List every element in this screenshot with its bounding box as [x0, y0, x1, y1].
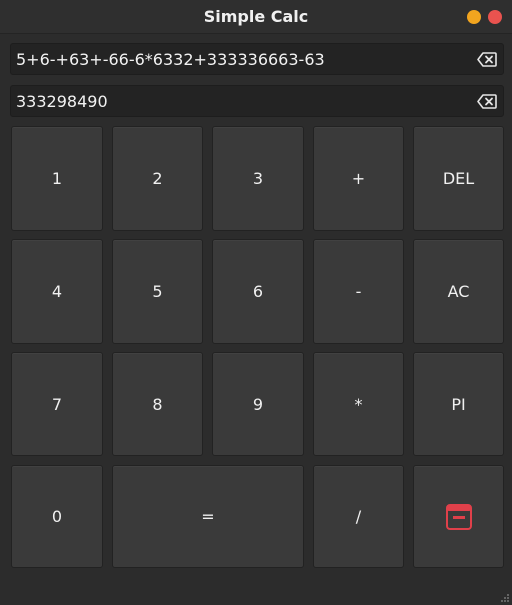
- minimize-button[interactable]: [467, 10, 481, 24]
- pi-button[interactable]: PI: [413, 352, 504, 456]
- backspace-icon: [477, 52, 497, 67]
- minus-button[interactable]: -: [313, 239, 404, 344]
- key-9-button[interactable]: 9: [212, 352, 304, 456]
- result-field[interactable]: 333298490: [10, 85, 504, 117]
- key-0-button[interactable]: 0: [11, 465, 103, 568]
- calculator-window: Simple Calc 5+6-+63+-66-6*6332+333336663…: [0, 0, 512, 605]
- clear-result-button[interactable]: [477, 94, 497, 109]
- plus-button[interactable]: +: [313, 126, 404, 231]
- multiply-button[interactable]: *: [313, 352, 404, 456]
- key-8-button[interactable]: 8: [112, 352, 203, 456]
- key-2-button[interactable]: 2: [112, 126, 203, 231]
- delete-button[interactable]: DEL: [413, 126, 504, 231]
- resize-grip-icon[interactable]: [500, 593, 510, 603]
- window-title: Simple Calc: [203, 7, 309, 26]
- backspace-icon: [477, 94, 497, 109]
- expression-field[interactable]: 5+6-+63+-66-6*6332+333336663-63: [10, 43, 504, 75]
- result-text: 333298490: [16, 92, 108, 111]
- key-1-button[interactable]: 1: [11, 126, 103, 231]
- equals-button[interactable]: =: [112, 465, 304, 568]
- key-7-button[interactable]: 7: [11, 352, 103, 456]
- close-button[interactable]: [488, 10, 502, 24]
- history-button[interactable]: [413, 465, 504, 568]
- divide-button[interactable]: /: [313, 465, 404, 568]
- clear-expression-button[interactable]: [477, 52, 497, 67]
- key-4-button[interactable]: 4: [11, 239, 103, 344]
- all-clear-button[interactable]: AC: [413, 239, 504, 344]
- key-6-button[interactable]: 6: [212, 239, 304, 344]
- key-3-button[interactable]: 3: [212, 126, 304, 231]
- calendar-icon: [445, 503, 472, 530]
- key-5-button[interactable]: 5: [112, 239, 203, 344]
- titlebar: Simple Calc: [0, 0, 512, 34]
- expression-text: 5+6-+63+-66-6*6332+333336663-63: [16, 50, 325, 69]
